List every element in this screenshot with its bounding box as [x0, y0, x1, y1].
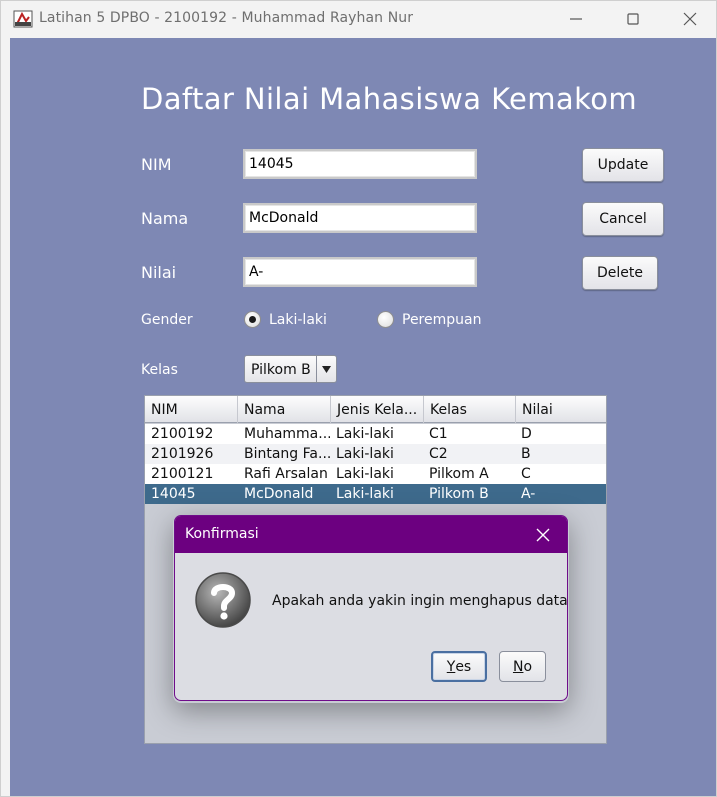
- cell-nama: Rafi Arsalan: [244, 466, 328, 482]
- close-window-button[interactable]: [661, 1, 717, 37]
- minimize-icon: [570, 18, 582, 20]
- no-mnemonic: N: [512, 658, 524, 675]
- java-app-icon: [13, 10, 33, 28]
- kelas-label: Kelas: [141, 362, 178, 378]
- yes-label-rest: es: [455, 658, 472, 675]
- maximize-icon: [627, 13, 639, 25]
- confirm-dialog: Konfirmasi Apakah anda yakin ingin mengh…: [174, 515, 568, 701]
- cell-nim: 14045: [151, 486, 196, 502]
- table-row-selected[interactable]: 14045 McDonald Laki-laki Pilkom B A-: [145, 484, 606, 504]
- table-row[interactable]: 2100121 Rafi Arsalan Laki-laki Pilkom A …: [145, 464, 606, 484]
- cell-nim: 2101926: [151, 446, 214, 462]
- table-header: NIM Nama Jenis Kela... Kelas Nilai: [145, 396, 606, 423]
- maximize-button[interactable]: [604, 1, 662, 37]
- column-header-jenis-kelamin[interactable]: Jenis Kela...: [331, 396, 424, 423]
- radio-dot: [249, 316, 256, 323]
- cell-nama: Muhamma...: [244, 426, 330, 442]
- cell-jenis-kelamin: Laki-laki: [336, 486, 394, 502]
- cell-kelas: Pilkom A: [429, 466, 489, 482]
- nama-label: Nama: [141, 209, 189, 228]
- title-bar[interactable]: Latihan 5 DPBO - 2100192 - Muhammad Rayh…: [1, 1, 716, 37]
- kelas-dropdown[interactable]: Pilkom B: [244, 355, 337, 383]
- cell-nim: 2100121: [151, 466, 214, 482]
- cell-nilai: A-: [521, 486, 536, 502]
- kelas-selected-value: Pilkom B: [251, 362, 311, 378]
- column-header-kelas[interactable]: Kelas: [424, 396, 516, 423]
- cell-nama: Bintang Fa...: [244, 446, 330, 462]
- cell-kelas: C1: [429, 426, 448, 442]
- chevron-down-icon: [322, 365, 331, 373]
- dropdown-arrow-button[interactable]: [316, 356, 336, 382]
- close-icon: [683, 12, 697, 26]
- cell-nilai: C: [521, 466, 531, 482]
- question-icon: [195, 572, 251, 628]
- no-button[interactable]: No: [499, 651, 546, 682]
- yes-button[interactable]: Yes: [431, 651, 487, 682]
- nilai-label: Nilai: [141, 263, 177, 282]
- page-title: Daftar Nilai Mahasiswa Kemakom: [141, 82, 638, 116]
- dialog-message: Apakah anda yakin ingin menghapus data?: [272, 593, 568, 609]
- cell-jenis-kelamin: Laki-laki: [336, 426, 394, 442]
- column-header-nilai[interactable]: Nilai: [516, 396, 606, 423]
- close-icon[interactable]: [533, 525, 553, 545]
- cancel-button[interactable]: Cancel: [582, 202, 664, 236]
- app-window: Latihan 5 DPBO - 2100192 - Muhammad Rayh…: [0, 0, 717, 797]
- radio-laki-laki[interactable]: Laki-laki: [244, 311, 327, 328]
- delete-button[interactable]: Delete: [582, 256, 658, 290]
- no-label-rest: o: [523, 658, 533, 675]
- cell-nilai: D: [521, 426, 532, 442]
- table-body: 2100192 Muhamma... Laki-laki C1 D 210192…: [145, 424, 606, 504]
- radio-label-laki-laki: Laki-laki: [269, 311, 327, 328]
- yes-mnemonic: Y: [446, 658, 456, 675]
- dialog-title-bar[interactable]: Konfirmasi: [175, 516, 567, 553]
- cell-kelas: C2: [429, 446, 448, 462]
- cell-jenis-kelamin: Laki-laki: [336, 446, 394, 462]
- nim-label: NIM: [141, 155, 172, 174]
- nama-field[interactable]: McDonald: [243, 203, 477, 233]
- radio-perempuan[interactable]: Perempuan: [377, 311, 481, 328]
- table-row[interactable]: 2100192 Muhamma... Laki-laki C1 D: [145, 424, 606, 444]
- update-button[interactable]: Update: [582, 148, 664, 182]
- cell-nama: McDonald: [244, 486, 314, 502]
- column-header-nama[interactable]: Nama: [238, 396, 331, 423]
- gender-label: Gender: [141, 312, 193, 328]
- nim-field[interactable]: 14045: [243, 149, 477, 179]
- dialog-title: Konfirmasi: [185, 526, 259, 542]
- column-header-nim[interactable]: NIM: [145, 396, 238, 423]
- minimize-button[interactable]: [547, 1, 605, 37]
- nilai-field[interactable]: A-: [243, 257, 477, 287]
- radio-button-unselected[interactable]: [377, 311, 394, 328]
- cell-kelas: Pilkom B: [429, 486, 489, 502]
- radio-label-perempuan: Perempuan: [402, 311, 482, 328]
- cell-jenis-kelamin: Laki-laki: [336, 466, 394, 482]
- main-panel: Daftar Nilai Mahasiswa Kemakom NIM 14045…: [10, 38, 716, 796]
- cell-nilai: B: [521, 446, 531, 462]
- window-title: Latihan 5 DPBO - 2100192 - Muhammad Rayh…: [39, 10, 414, 26]
- cell-nim: 2100192: [151, 426, 214, 442]
- radio-button-selected[interactable]: [244, 311, 261, 328]
- table-row[interactable]: 2101926 Bintang Fa... Laki-laki C2 B: [145, 444, 606, 464]
